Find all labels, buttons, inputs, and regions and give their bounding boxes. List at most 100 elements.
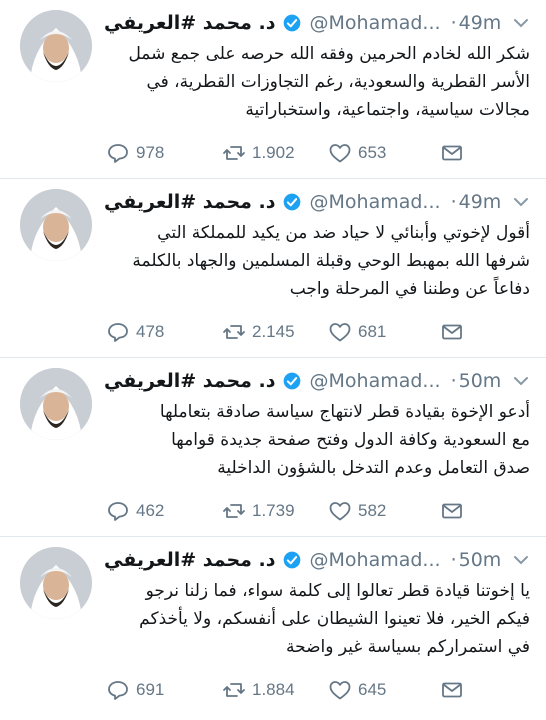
retweet-button[interactable]: 1.902 [222, 141, 295, 165]
like-count: 681 [358, 322, 387, 341]
retweet-icon [223, 504, 245, 518]
separator-dot: · [450, 549, 457, 571]
tweet-text-line: أقول لإخوتي وأبنائي لا حياد ضد من يكيد ل… [157, 223, 530, 243]
tweet-text: يا إخوتنا قيادة قطر تعالوا إلى كلمة سواء… [104, 577, 530, 661]
avatar[interactable] [20, 10, 92, 82]
tweet-card[interactable]: د. محمد #العريفي @Mohamad... · 50m أدعو … [0, 358, 546, 537]
retweet-icon [223, 683, 245, 697]
tweet-text-line: فيكم الخير، فلا تعينوا الشيطان على أنفسك… [139, 609, 530, 629]
retweet-count: 2.145 [252, 322, 295, 341]
tweet-card[interactable]: د. محمد #العريفي @Mohamad... · 49m أقول … [0, 179, 546, 358]
retweet-button[interactable]: 1.884 [222, 678, 295, 702]
tweet-text-line: صدق التعامل وعدم التدخل بالشؤون الداخلية [217, 458, 530, 478]
like-count: 645 [358, 680, 387, 699]
chevron-down-icon[interactable] [512, 551, 530, 569]
tweet-text-line: الأسر القطرية والسعودية، رغم التجاوزات ا… [146, 72, 530, 92]
retweet-icon [223, 146, 245, 160]
direct-message-button[interactable] [440, 678, 470, 702]
tweet-card[interactable]: د. محمد #العريفي @Mohamad... · 50m يا إخ… [0, 537, 546, 716]
direct-message-button[interactable] [440, 320, 470, 344]
tweet-text-line: أدعو الإخوة بقيادة قطر لانتهاج سياسة صاد… [159, 402, 530, 422]
timestamp[interactable]: 50m [459, 370, 502, 392]
reply-count: 978 [136, 143, 165, 162]
direct-message-button[interactable] [440, 499, 470, 523]
display-name[interactable]: د. محمد #العريفي [104, 191, 276, 213]
avatar[interactable] [20, 189, 92, 261]
user-handle[interactable]: @Mohamad... [310, 191, 441, 213]
reply-button[interactable]: 462 [106, 499, 164, 523]
tweet-text: أقول لإخوتي وأبنائي لا حياد ضد من يكيد ل… [104, 219, 530, 303]
heart-icon [329, 502, 351, 521]
reply-icon [108, 144, 128, 163]
verified-badge-icon [283, 14, 300, 32]
avatar-image [20, 547, 92, 619]
tweet-header: د. محمد #العريفي @Mohamad... · 49m [104, 187, 532, 217]
reply-icon [108, 323, 128, 342]
reply-count: 462 [136, 501, 165, 520]
tweet-header: د. محمد #العريفي @Mohamad... · 50m [104, 366, 532, 396]
verified-badge-icon [283, 551, 300, 569]
reply-button[interactable]: 978 [106, 141, 164, 165]
user-handle[interactable]: @Mohamad... [310, 12, 441, 34]
verified-badge-icon [283, 372, 300, 390]
reply-count: 691 [136, 680, 165, 699]
avatar[interactable] [20, 368, 92, 440]
tweet-card[interactable]: د. محمد #العريفي @Mohamad... · 49m شكر ا… [0, 0, 546, 179]
reply-icon [108, 502, 128, 521]
reply-button[interactable]: 691 [106, 678, 164, 702]
heart-icon [329, 144, 351, 163]
tweet-text: شكر الله لخادم الحرمين وفقه الله حرصه عل… [104, 40, 530, 124]
separator-dot: · [450, 191, 457, 213]
like-button[interactable]: 681 [328, 320, 386, 344]
envelope-icon [442, 503, 462, 519]
envelope-icon [442, 682, 462, 698]
tweet-header: د. محمد #العريفي @Mohamad... · 49m [104, 8, 532, 38]
timestamp[interactable]: 49m [459, 12, 502, 34]
tweet-actions: 462 1.739 582 [104, 496, 532, 526]
retweet-count: 1.902 [252, 143, 295, 162]
chevron-down-icon[interactable] [512, 372, 530, 390]
tweet-actions: 691 1.884 645 [104, 675, 532, 705]
tweet-text-line: دفاعاً عن وطننا في المرحلة واجب [289, 279, 530, 299]
like-button[interactable]: 653 [328, 141, 386, 165]
like-button[interactable]: 645 [328, 678, 386, 702]
chevron-down-icon[interactable] [512, 14, 530, 32]
display-name[interactable]: د. محمد #العريفي [104, 12, 276, 34]
user-handle[interactable]: @Mohamad... [310, 370, 441, 392]
chevron-down-icon[interactable] [512, 193, 530, 211]
envelope-icon [442, 324, 462, 340]
reply-button[interactable]: 478 [106, 320, 164, 344]
reply-count: 478 [136, 322, 165, 341]
like-button[interactable]: 582 [328, 499, 386, 523]
heart-icon [329, 681, 351, 700]
direct-message-button[interactable] [440, 141, 470, 165]
tweet-text-line: شرفها الله بمهبط الوحي وقبلة المسلمين وا… [132, 251, 530, 271]
tweet-text: أدعو الإخوة بقيادة قطر لانتهاج سياسة صاد… [104, 398, 530, 482]
like-count: 653 [358, 143, 387, 162]
user-handle[interactable]: @Mohamad... [310, 549, 441, 571]
avatar[interactable] [20, 547, 92, 619]
tweet-actions: 978 1.902 653 [104, 138, 532, 168]
display-name[interactable]: د. محمد #العريفي [104, 370, 276, 392]
retweet-icon [223, 325, 245, 339]
like-count: 582 [358, 501, 387, 520]
retweet-button[interactable]: 2.145 [222, 320, 295, 344]
envelope-icon [442, 145, 462, 161]
retweet-button[interactable]: 1.739 [222, 499, 295, 523]
tweet-text-line: مجالات سياسية، واجتماعية، واستخباراتية [245, 100, 530, 120]
separator-dot: · [450, 12, 457, 34]
tweet-text-line: شكر الله لخادم الحرمين وفقه الله حرصه عل… [128, 44, 530, 64]
tweet-timeline: د. محمد #العريفي @Mohamad... · 49m شكر ا… [0, 0, 546, 716]
tweet-text-line: يا إخوتنا قيادة قطر تعالوا إلى كلمة سواء… [145, 581, 530, 601]
heart-icon [329, 323, 351, 342]
reply-icon [108, 681, 128, 700]
timestamp[interactable]: 50m [459, 549, 502, 571]
retweet-count: 1.739 [252, 501, 295, 520]
display-name[interactable]: د. محمد #العريفي [104, 549, 276, 571]
tweet-actions: 478 2.145 681 [104, 317, 532, 347]
retweet-count: 1.884 [252, 680, 295, 699]
tweet-header: د. محمد #العريفي @Mohamad... · 50m [104, 545, 532, 575]
verified-badge-icon [283, 193, 300, 211]
tweet-text-line: في استمراركم بسياسة غير واضحة [286, 637, 530, 657]
timestamp[interactable]: 49m [459, 191, 502, 213]
